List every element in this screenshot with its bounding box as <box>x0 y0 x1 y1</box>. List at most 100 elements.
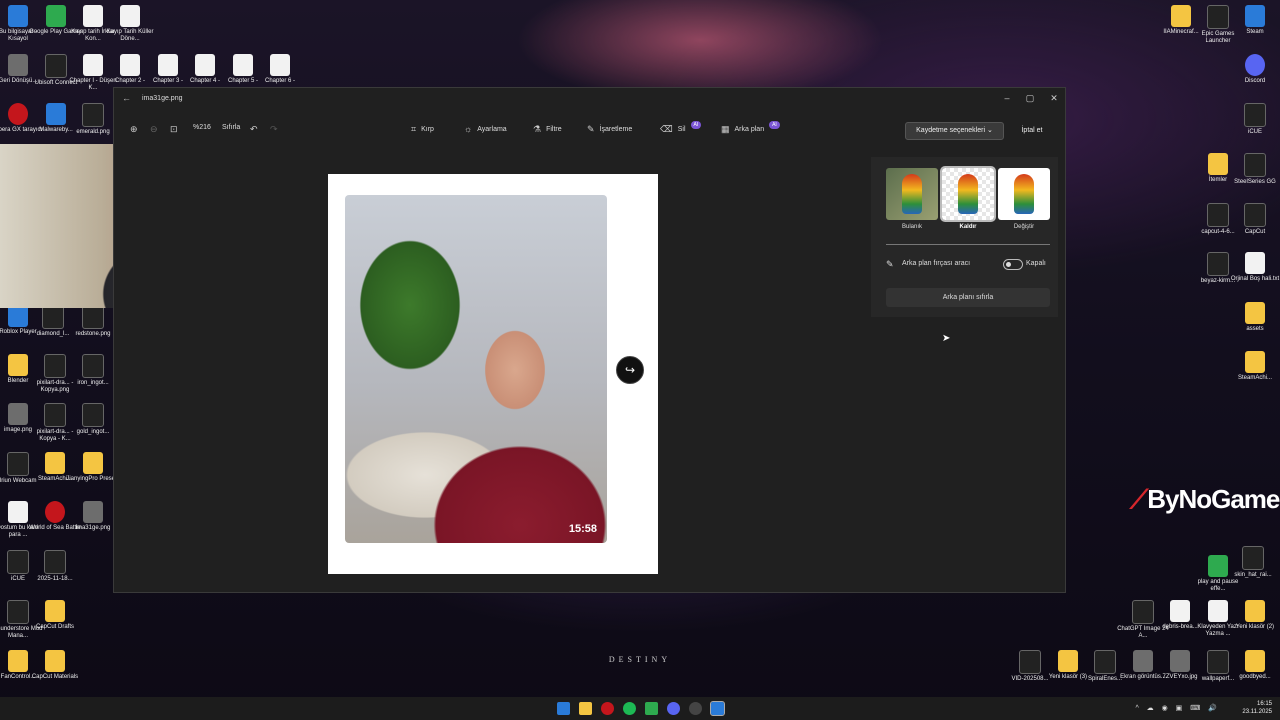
file-icon <box>1170 600 1190 622</box>
undo-icon[interactable]: ↶ <box>250 124 258 135</box>
photo-timestamp: 15:58 <box>568 523 597 535</box>
desktop-icon-label: Orjinal Boş hali.txt <box>1230 276 1280 282</box>
option-blur[interactable]: Bulanık <box>886 168 938 230</box>
file-icon <box>1094 650 1116 674</box>
file-icon <box>8 305 28 327</box>
desktop-icon[interactable]: iCUE <box>1228 103 1280 136</box>
time: 16:15 <box>1256 701 1272 707</box>
mouse-cursor-icon: ➤ <box>942 333 951 344</box>
desktop-icon[interactable]: SteamAchi... <box>1228 351 1280 382</box>
file-icon <box>1208 600 1228 622</box>
file-icon <box>45 452 65 474</box>
file-icon <box>45 501 65 523</box>
rotate-icon[interactable]: ↪ <box>616 356 644 384</box>
crop-button[interactable]: ⌗ Kırp <box>411 124 434 135</box>
close-button[interactable]: ✕ <box>1047 93 1061 104</box>
desktop-icon[interactable]: Yeni klasör (2) <box>1228 600 1280 631</box>
chrome-icon[interactable] <box>689 702 702 715</box>
file-icon <box>8 103 28 125</box>
file-icon <box>8 501 28 523</box>
desktop-icon[interactable]: JianyingPro Presets <box>66 452 120 483</box>
desktop-icon[interactable]: Chapter 6 - <box>253 54 307 85</box>
start-icon[interactable] <box>557 702 570 715</box>
file-icon <box>1171 5 1191 27</box>
xbox-icon[interactable] <box>645 702 658 715</box>
desktop-icon[interactable]: redstone.png <box>66 305 120 338</box>
file-icon <box>1132 600 1154 624</box>
file-icon <box>1245 252 1265 274</box>
file-icon <box>46 103 66 125</box>
file-icon <box>1207 650 1229 674</box>
desktop-icon[interactable]: Kayıp Tarih Küller Döne... <box>103 5 157 43</box>
desktop-icon[interactable]: 2025-11-18... <box>28 550 82 583</box>
reset-background-button[interactable]: Arka planı sıfırla <box>886 288 1050 307</box>
background-button[interactable]: ▦ Arka plan AI <box>721 120 780 135</box>
clock[interactable]: 16:15 23.11.2025 <box>1242 700 1272 716</box>
desktop-icon-label: Yeni klasör (2) <box>1235 624 1275 630</box>
option-label: Bulanık <box>901 224 922 230</box>
desktop-icon[interactable]: CapCut Drafts <box>28 600 82 631</box>
option-remove[interactable]: Kaldır <box>940 166 996 230</box>
desktop-icon[interactable]: Orjinal Boş hali.txt <box>1228 252 1280 283</box>
desktop-icon[interactable]: Steam <box>1228 5 1280 36</box>
file-icon <box>1245 650 1265 672</box>
image-canvas[interactable]: 15:58 <box>328 174 658 574</box>
desktop-icon[interactable]: skin_hat_rai... <box>1226 546 1280 579</box>
desktop-icon[interactable]: CapCut Materials <box>28 650 82 681</box>
file-icon <box>82 354 104 378</box>
file-icon <box>44 354 66 378</box>
file-icon <box>1019 650 1041 674</box>
erase-button[interactable]: ⌫ Sil AI <box>660 120 702 135</box>
markup-button[interactable]: ✎ İşaretleme <box>587 124 632 135</box>
desktop-icon[interactable]: iron_ingot... <box>66 354 120 387</box>
file-icon <box>1244 203 1266 227</box>
file-name: ima31ge.png <box>142 95 183 102</box>
desktop-icon[interactable]: Discord <box>1228 54 1280 85</box>
desktop-icon-label: assets <box>1246 326 1264 332</box>
option-replace[interactable]: Değiştir <box>998 168 1050 230</box>
fit-icon[interactable]: ⊡ <box>170 124 178 135</box>
desktop-icon-label: emerald.png <box>76 129 110 135</box>
desktop-icon[interactable]: emerald.png <box>66 103 120 136</box>
reset-button[interactable]: Sıfırla <box>222 124 240 131</box>
zoom-out-icon[interactable]: ⊖ <box>150 124 158 135</box>
system-tray[interactable]: ^ ☁ ◉ ▣ ⌨ 🔊 <box>1135 704 1220 712</box>
discord-icon[interactable] <box>667 702 680 715</box>
save-options-button[interactable]: Kaydetme seçenekleri ⌄ <box>905 122 1004 140</box>
desktop-icon-label: 2025-11-18... <box>37 576 73 582</box>
file-icon <box>1244 153 1266 177</box>
option-label: Değiştir <box>1013 224 1035 230</box>
desktop-icon[interactable]: ima31ge.png <box>66 501 120 532</box>
file-icon <box>270 54 290 76</box>
zoom-in-icon[interactable]: ⊕ <box>130 124 138 135</box>
cancel-button[interactable]: İptal et <box>1012 123 1052 139</box>
desktop-icon[interactable]: goodbyed... <box>1228 650 1280 681</box>
minimize-button[interactable]: – <box>1000 93 1014 103</box>
desktop-icon-label: iCUE <box>1247 129 1262 135</box>
file-icon <box>83 5 103 27</box>
filter-button[interactable]: ⚗ Filtre <box>533 124 562 135</box>
redo-icon[interactable]: ↷ <box>270 124 278 135</box>
photos-app-icon[interactable] <box>710 701 725 716</box>
maximize-button[interactable]: ▢ <box>1023 93 1037 104</box>
desktop-icon[interactable]: SteelSeries GG <box>1228 153 1280 186</box>
date: 23.11.2025 <box>1242 709 1272 715</box>
file-icon <box>42 305 64 329</box>
brush-toggle[interactable] <box>1003 259 1023 270</box>
brush-state: Kapalı <box>1026 260 1046 267</box>
zoom-level: %216 <box>193 124 211 131</box>
crop-icon: ⌗ <box>411 124 417 134</box>
opera-icon[interactable] <box>601 702 614 715</box>
spotify-icon[interactable] <box>623 702 636 715</box>
desktop-icon[interactable]: CapCut <box>1228 203 1280 236</box>
adjust-button[interactable]: ☼ Ayarlama <box>464 124 507 134</box>
replace-thumbnail <box>998 168 1050 220</box>
desktop-icon-label: iron_ingot... <box>77 380 109 386</box>
desktop-icon[interactable]: gold_ingot... <box>66 403 120 436</box>
file-explorer-icon[interactable] <box>579 702 592 715</box>
desktop-icon[interactable]: assets <box>1228 302 1280 333</box>
wallpaper-text: DESTINY <box>608 655 672 664</box>
back-arrow-icon[interactable]: ← <box>122 93 131 103</box>
file-icon <box>83 54 103 76</box>
ai-badge: AI <box>769 120 780 129</box>
